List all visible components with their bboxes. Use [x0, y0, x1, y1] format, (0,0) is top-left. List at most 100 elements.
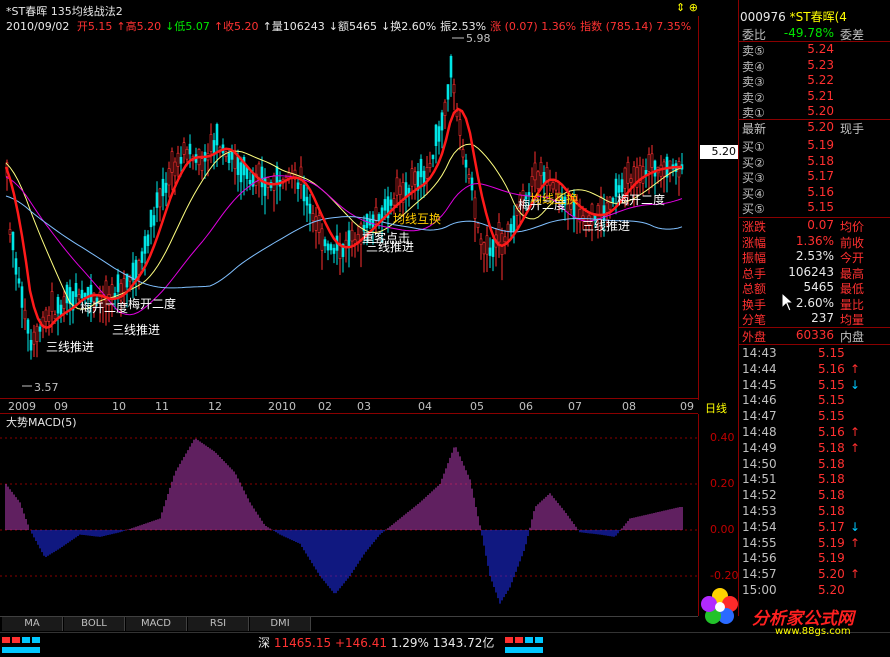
current-price-tag: 5.20 [700, 145, 738, 159]
buy-level-4[interactable]: 买④ 5.16 [742, 185, 890, 201]
candle [266, 176, 270, 200]
tick-row[interactable]: 14:47 5.15 [742, 409, 890, 425]
candle [314, 207, 318, 249]
time-axis-label: 12 [208, 400, 222, 413]
outer-inner-row-label2: 内盘 [840, 330, 865, 344]
candle [233, 143, 237, 185]
time-axis-label: 09 [54, 400, 68, 413]
high-price-label: 5.98 [466, 32, 491, 45]
tick-row[interactable]: 14:43 5.15 [742, 346, 890, 362]
tick-row[interactable]: 14:50 5.18 [742, 457, 890, 473]
index-pct: 1.29% [390, 636, 429, 650]
tick-row[interactable]: 14:44 5.16 ↑ [742, 362, 890, 378]
macd-bars [5, 438, 683, 604]
candle [149, 209, 153, 245]
macd-histogram[interactable] [0, 414, 698, 616]
candle [32, 324, 36, 358]
tick-row[interactable]: 14:52 5.18 [742, 488, 890, 504]
tick-time: 14:44 [742, 361, 777, 376]
tab-dmi[interactable]: DMI [250, 617, 311, 631]
sell-level-5[interactable]: 卖⑤ 5.24 [742, 42, 890, 58]
tick-row[interactable]: 14:54 5.17 ↓ [742, 520, 890, 536]
tick-price: 5.15 [818, 409, 845, 424]
candle [224, 150, 228, 162]
outer-inner-row[interactable]: 外盘 60336 内盘 [742, 328, 890, 344]
stat-row-label: 涨幅 [742, 235, 767, 250]
candlestick-chart[interactable]: 5.983.57三线推进梅开二度 梅开二度三线推进均线互换重客点击三线推进梅开二度… [0, 16, 698, 398]
tick-time: 14:56 [742, 551, 777, 566]
candle [368, 211, 372, 230]
candle [59, 299, 63, 323]
tick-row[interactable]: 14:46 5.15 [742, 393, 890, 409]
tick-row[interactable]: 14:55 5.19 ↑ [742, 536, 890, 552]
tab-macd[interactable]: MACD [126, 617, 187, 631]
stat-row[interactable]: 振幅 2.53% 今开 [742, 249, 890, 265]
stat-row-label2: 最高 [840, 266, 865, 281]
tick-row[interactable]: 14:48 5.16 ↑ [742, 425, 890, 441]
tick-row[interactable]: 14:49 5.18 ↑ [742, 441, 890, 457]
candle [647, 147, 651, 194]
time-axis-label: 02 [318, 400, 332, 413]
candle [164, 172, 168, 207]
chart-annotation: 三线推进 [112, 323, 160, 337]
sell-level-4-value: 5.23 [807, 57, 834, 72]
tab-rsi[interactable]: RSI [188, 617, 249, 631]
sell-level-4[interactable]: 卖④ 5.23 [742, 58, 890, 74]
weibi-row-value: -49.78% [783, 26, 834, 40]
candle [152, 206, 156, 238]
candle [485, 226, 489, 272]
tick-time: 14:47 [742, 409, 777, 424]
tick-time: 14:55 [742, 535, 777, 550]
time-axis-label: 2010 [268, 400, 296, 413]
tick-time: 14:57 [742, 567, 777, 582]
candle [452, 78, 456, 111]
chart-annotation: 三线推进 [46, 340, 94, 354]
candle [134, 255, 138, 296]
candle [665, 153, 669, 193]
window-control-icons[interactable]: ⇕ ⊕ [676, 1, 698, 14]
down-arrow-icon: ↓ [850, 519, 861, 534]
stat-row-label2: 均量 [840, 313, 865, 327]
tick-row[interactable]: 14:45 5.15 ↓ [742, 378, 890, 394]
candle [287, 167, 291, 184]
buy-level-1[interactable]: 买① 5.19 [742, 138, 890, 154]
candle [203, 144, 207, 179]
latest-row[interactable]: 最新 5.20 现手 [742, 120, 890, 136]
tick-time: 14:49 [742, 440, 777, 455]
buy-level-5[interactable]: 买⑤ 5.15 [742, 200, 890, 216]
candle [446, 84, 450, 112]
candle [248, 171, 252, 191]
candle [473, 190, 477, 243]
time-axis-label: 07 [568, 400, 582, 413]
tick-row[interactable]: 14:53 5.18 [742, 504, 890, 520]
candle [11, 231, 15, 268]
candle [8, 222, 12, 243]
stat-row[interactable]: 总手 106243 最高 [742, 265, 890, 281]
tick-price: 5.18 [818, 456, 845, 471]
stat-row[interactable]: 涨幅 1.36% 前收 [742, 234, 890, 250]
candle [497, 213, 501, 258]
chart-annotation: 均线互换 [530, 192, 578, 206]
stat-row[interactable]: 换手 2.60% 量比 [742, 296, 890, 312]
sell-level-2[interactable]: 卖② 5.21 [742, 89, 890, 105]
tick-row[interactable]: 14:57 5.20 ↑ [742, 567, 890, 583]
stat-row[interactable]: 涨跌 0.07 均价 [742, 218, 890, 234]
candle [431, 154, 435, 168]
tick-row[interactable]: 14:56 5.19 [742, 551, 890, 567]
up-arrow-icon: ↑ [850, 567, 861, 582]
stat-row-label2: 今开 [840, 251, 865, 265]
stat-row[interactable]: 分笔 237 均量 [742, 311, 890, 327]
stat-row[interactable]: 总额 5465 最低 [742, 280, 890, 296]
sell-level-3[interactable]: 卖③ 5.22 [742, 73, 890, 89]
tab-boll[interactable]: BOLL [64, 617, 125, 631]
candle [338, 232, 342, 275]
sell-level-1[interactable]: 卖① 5.20 [742, 104, 890, 120]
status-left-bars [2, 637, 40, 653]
tick-price: 5.18 [818, 472, 845, 487]
buy-level-2[interactable]: 买② 5.18 [742, 154, 890, 170]
weibi-row[interactable]: 委比 -49.78% 委差 [742, 26, 890, 42]
tab-ma[interactable]: MA [2, 617, 63, 631]
tick-row[interactable]: 14:51 5.18 [742, 472, 890, 488]
buy-level-5-value: 5.15 [807, 200, 834, 214]
buy-level-3[interactable]: 买③ 5.17 [742, 169, 890, 185]
